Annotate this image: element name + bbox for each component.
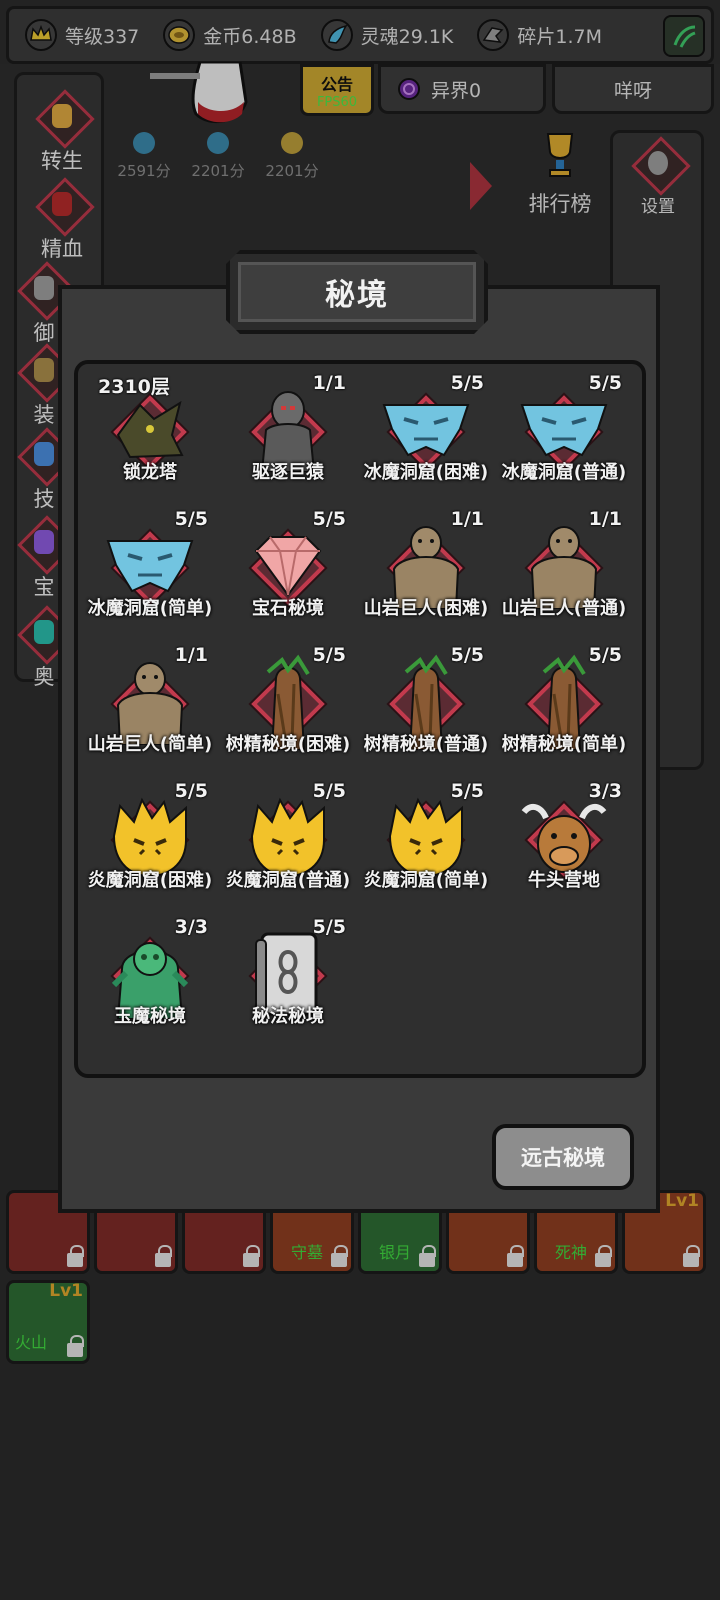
realm-name: 冰魔洞窟(简单) <box>87 598 213 619</box>
realm-name: 玉魔秘境 <box>114 1006 186 1027</box>
realm-name: 炎魔洞窟(简单) <box>363 870 489 891</box>
realm-cell[interactable]: 3/3 牛头营地 <box>496 772 632 902</box>
realm-cell[interactable]: 5/5 炎魔洞窟(困难) <box>82 772 218 902</box>
realm-cell[interactable]: 2310层锁龙塔 <box>82 364 218 494</box>
realm-name: 树精秘境(简单) <box>501 734 627 755</box>
attempt-count: 5/5 <box>450 644 484 666</box>
realm-cell[interactable]: 5/5 炎魔洞窟(简单) <box>358 772 494 902</box>
attempt-count: 5/5 <box>174 508 208 530</box>
realm-cell[interactable]: 1/1 驱逐巨猿 <box>220 364 356 494</box>
attempt-count: 5/5 <box>312 644 346 666</box>
realm-name: 炎魔洞窟(困难) <box>87 870 213 891</box>
realm-cell[interactable]: 5/5 冰魔洞窟(困难) <box>358 364 494 494</box>
modal-title-banner: 秘境 <box>226 250 488 334</box>
realm-cell[interactable]: 5/5 冰魔洞窟(普通) <box>496 364 632 494</box>
realm-name: 树精秘境(普通) <box>363 734 489 755</box>
realm-name: 冰魔洞窟(困难) <box>363 462 489 483</box>
realm-name: 牛头营地 <box>528 870 600 891</box>
modal-title: 秘境 <box>325 278 389 313</box>
attempt-count: 5/5 <box>312 916 346 938</box>
realm-cell[interactable]: 3/3 玉魔秘境 <box>82 908 218 1038</box>
realm-cell[interactable]: 1/1 山岩巨人(简单) <box>82 636 218 766</box>
ancient-realm-label: 远古秘境 <box>521 1146 605 1170</box>
attempt-count: 5/5 <box>588 644 622 666</box>
ancient-realm-button[interactable]: 远古秘境 <box>492 1124 634 1190</box>
attempt-count: 1/1 <box>588 508 622 530</box>
realm-name: 山岩巨人(普通) <box>501 598 627 619</box>
realm-name: 炎魔洞窟(普通) <box>225 870 351 891</box>
floor-count: 2310层 <box>98 376 170 398</box>
realm-cell[interactable]: 1/1 山岩巨人(普通) <box>496 500 632 630</box>
attempt-count: 5/5 <box>450 372 484 394</box>
realm-cell[interactable]: 5/5 秘法秘境 <box>220 908 356 1038</box>
attempt-count: 5/5 <box>312 780 346 802</box>
realm-cell[interactable]: 5/5 树精秘境(困难) <box>220 636 356 766</box>
realm-name: 冰魔洞窟(普通) <box>501 462 627 483</box>
attempt-count: 1/1 <box>450 508 484 530</box>
realm-name: 树精秘境(困难) <box>225 734 351 755</box>
attempt-count: 3/3 <box>174 916 208 938</box>
attempt-count: 5/5 <box>450 780 484 802</box>
realm-name: 秘法秘境 <box>252 1006 324 1027</box>
realm-cell[interactable]: 5/5 炎魔洞窟(普通) <box>220 772 356 902</box>
realm-cell[interactable]: 5/5 树精秘境(普通) <box>358 636 494 766</box>
realm-name: 锁龙塔 <box>123 462 177 483</box>
realm-cell[interactable]: 1/1 山岩巨人(困难) <box>358 500 494 630</box>
attempt-count: 5/5 <box>312 508 346 530</box>
realm-name: 驱逐巨猿 <box>252 462 324 483</box>
attempt-count: 3/3 <box>588 780 622 802</box>
attempt-count: 5/5 <box>588 372 622 394</box>
realm-cell[interactable]: 5/5 冰魔洞窟(简单) <box>82 500 218 630</box>
realm-name: 宝石秘境 <box>252 598 324 619</box>
realm-name: 山岩巨人(困难) <box>363 598 489 619</box>
attempt-count: 1/1 <box>174 644 208 666</box>
realm-name: 山岩巨人(简单) <box>87 734 213 755</box>
realm-cell[interactable]: 5/5 宝石秘境 <box>220 500 356 630</box>
attempt-count: 5/5 <box>174 780 208 802</box>
realm-cell[interactable]: 5/5 树精秘境(简单) <box>496 636 632 766</box>
attempt-count: 1/1 <box>312 372 346 394</box>
